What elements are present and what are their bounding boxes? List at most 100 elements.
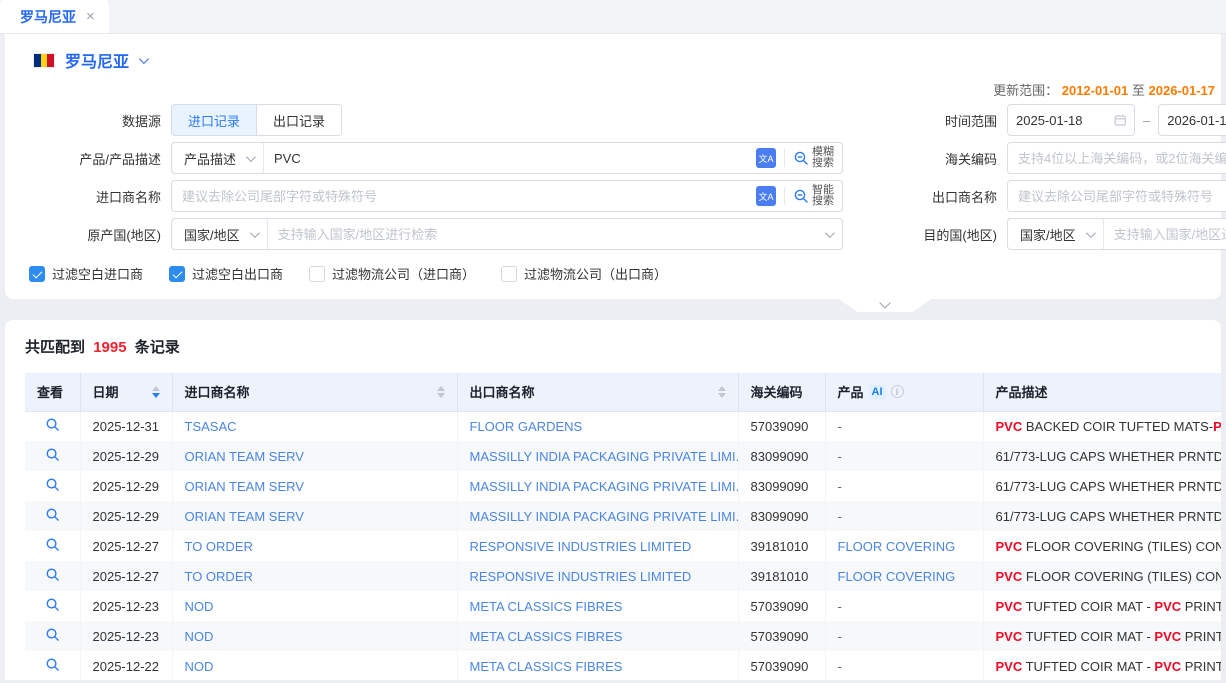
exporter-link[interactable]: META CLASSICS FIBRES [457,621,738,651]
importer-link[interactable]: TO ORDER [172,561,457,591]
exporter-sort-icon[interactable] [718,386,726,398]
fuzzy-search-button[interactable]: 模糊搜索 [793,147,834,169]
importer-link[interactable]: TSASAC [172,411,457,441]
view-record-button[interactable] [25,591,80,621]
country-header[interactable]: 罗马尼亚 [5,34,1221,80]
translate-icon[interactable]: 文A [756,148,776,168]
tab-close-icon[interactable]: × [86,9,95,24]
results-table-wrapper: 查看 日期 进口商名称 出口商名称 [25,373,1221,681]
checkbox-icon[interactable] [29,266,45,282]
date-cell: 2025-12-29 [80,471,172,501]
exporter-link[interactable]: MASSILLY INDIA PACKAGING PRIVATE LIMI... [457,501,738,531]
product-link[interactable]: FLOOR COVERING [838,569,956,584]
table-row: 2025-12-27 TO ORDER RESPONSIVE INDUSTRIE… [25,561,1221,591]
summary-prefix: 共匹配到 [25,339,85,356]
col-date[interactable]: 日期 [80,373,172,411]
checkbox-icon[interactable] [309,266,325,282]
update-range-label: 更新范围： [993,83,1058,98]
summary-suffix: 条记录 [135,339,180,356]
filter-logistics-importer[interactable]: 过滤物流公司（进口商） [309,264,475,283]
translate-icon[interactable]: 文A [756,186,776,206]
import-records-tab[interactable]: 进口记录 [172,105,256,135]
destination-input[interactable] [1104,219,1226,249]
product-desc-cell: 61/773-LUG CAPS WHETHER PRNTD... [983,501,1221,531]
view-record-button[interactable] [25,531,80,561]
checkbox-label: 过滤空白进口商 [52,264,143,283]
importer-link[interactable]: NOD [172,591,457,621]
chevron-down-icon[interactable] [825,228,835,238]
origin-input[interactable] [268,219,825,249]
view-record-button[interactable] [25,501,80,531]
col-exporter[interactable]: 出口商名称 [457,373,738,411]
importer-input[interactable] [172,181,748,211]
exporter-link[interactable]: RESPONSIVE INDUSTRIES LIMITED [457,561,738,591]
exporter-link[interactable]: MASSILLY INDIA PACKAGING PRIVATE LIMI... [457,441,738,471]
country-tab[interactable]: 罗马尼亚 × [0,0,109,33]
product-desc-cell: PVC TUFTED COIR MAT - PVC PRINT... [983,621,1221,651]
collapse-filters-button[interactable] [839,299,931,312]
product-desc-cell: 61/773-LUG CAPS WHETHER PRNTD... [983,471,1221,501]
checkbox-label: 过滤物流公司（出口商） [524,264,667,283]
col-importer[interactable]: 进口商名称 [172,373,457,411]
view-record-button[interactable] [25,651,80,681]
importer-link[interactable]: ORIAN TEAM SERV [172,501,457,531]
form-row-3: 进口商名称 文A 智能搜索 出口商名称 [5,180,1221,212]
product-desc-cell: PVC TUFTED COIR MAT - PVC PRINT... [983,591,1221,621]
hs-code-input[interactable] [1008,143,1226,173]
date-end-field[interactable] [1158,104,1226,136]
view-magnifier-icon [45,537,60,552]
exporter-link[interactable]: RESPONSIVE INDUSTRIES LIMITED [457,531,738,561]
importer-link[interactable]: NOD [172,651,457,681]
exporter-link[interactable]: META CLASSICS FIBRES [457,591,738,621]
date-cell: 2025-12-31 [80,411,172,441]
product-link[interactable]: FLOOR COVERING [838,539,956,554]
importer-sort-icon[interactable] [437,386,445,398]
view-record-button[interactable] [25,441,80,471]
exporter-link[interactable]: MASSILLY INDIA PACKAGING PRIVATE LIMI... [457,471,738,501]
smart-search-button[interactable]: 智能搜索 [793,185,834,207]
chevron-down-icon[interactable] [139,54,149,64]
results-count: 1995 [93,339,126,356]
checkbox-icon[interactable] [169,266,185,282]
hs-code-cell: 83099090 [738,441,825,471]
export-records-tab[interactable]: 出口记录 [256,105,341,135]
importer-link[interactable]: ORIAN TEAM SERV [172,441,457,471]
importer-link[interactable]: NOD [172,621,457,651]
filter-blank-importer[interactable]: 过滤空白进口商 [29,264,143,283]
exporter-link[interactable]: META CLASSICS FIBRES [457,651,738,681]
origin-type-select[interactable]: 国家/地区 [172,219,268,249]
destination-type-select[interactable]: 国家/地区 [1008,219,1104,249]
chevron-down-icon [879,297,890,308]
view-magnifier-icon [45,597,60,612]
filter-blank-exporter[interactable]: 过滤空白出口商 [169,264,283,283]
results-table: 查看 日期 进口商名称 出口商名称 [25,373,1221,681]
importer-link[interactable]: ORIAN TEAM SERV [172,471,457,501]
view-record-button[interactable] [25,471,80,501]
exporter-link[interactable]: FLOOR GARDENS [457,411,738,441]
date-end-input[interactable] [1167,113,1226,128]
product-type-select[interactable]: 产品描述 [172,143,264,173]
date-cell: 2025-12-23 [80,621,172,651]
table-row: 2025-12-23 NOD META CLASSICS FIBRES 5703… [25,591,1221,621]
info-icon[interactable]: i [891,385,904,398]
destination-field-group: 国家/地区 [1007,218,1226,250]
importer-link[interactable]: TO ORDER [172,531,457,561]
date-sort-icon[interactable] [152,386,160,398]
data-source-label: 数据源 [29,111,161,130]
hs-code-cell: 57039090 [738,621,825,651]
date-cell: 2025-12-22 [80,651,172,681]
view-record-button[interactable] [25,621,80,651]
date-cell: 2025-12-27 [80,561,172,591]
hs-code-cell: 83099090 [738,501,825,531]
results-table-body: 2025-12-31 TSASAC FLOOR GARDENS 57039090… [25,411,1221,681]
view-record-button[interactable] [25,411,80,441]
product-cell: - [825,651,983,681]
product-input[interactable] [264,143,748,173]
checkbox-icon[interactable] [501,266,517,282]
form-row-1: 数据源 进口记录 出口记录 时间范围 – [5,104,1221,136]
date-start-field[interactable] [1007,104,1135,136]
view-record-button[interactable] [25,561,80,591]
filter-logistics-exporter[interactable]: 过滤物流公司（出口商） [501,264,667,283]
exporter-input[interactable] [1008,181,1226,211]
date-start-input[interactable] [1016,113,1114,128]
